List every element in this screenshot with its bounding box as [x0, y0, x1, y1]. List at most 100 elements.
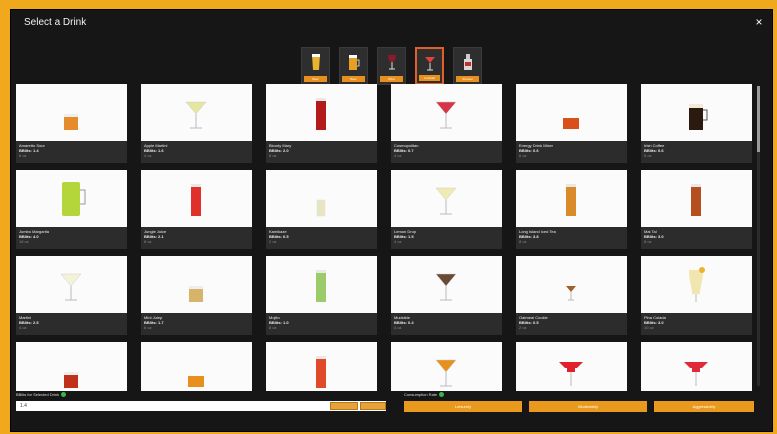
drink-info: Pina Colada BBlits: 3.0 10 oz [641, 313, 752, 332]
rate-label: Consumption Rate [404, 392, 445, 398]
drink-info: Jungle Juice BBlits: 2.1 8 oz [141, 227, 252, 246]
drink-card[interactable]: Irish Coffee BBlits: 0.6 6 oz [641, 84, 752, 163]
drink-card[interactable]: Long Island Iced Tea BBlits: 3.8 8 oz [516, 170, 627, 249]
drink-size: 8 oz [269, 325, 277, 330]
drink-image [391, 342, 502, 391]
rate-aggressively-button[interactable]: Aggressively [654, 401, 754, 412]
drink-image [266, 170, 377, 227]
drink-size: 8 oz [519, 239, 527, 244]
drink-card[interactable]: Jungle Juice BBlits: 2.1 8 oz [141, 170, 252, 249]
info-icon [439, 392, 445, 398]
drink-size: 4 oz [394, 325, 402, 330]
drink-image [516, 342, 627, 391]
drink-image [141, 256, 252, 313]
glass-icon [188, 376, 204, 387]
drink-size: 18 oz [19, 239, 29, 244]
glass-icon [185, 101, 207, 129]
category-label: Beer [304, 76, 327, 82]
drink-info: Kamikaze BBlits: 0.5 2 oz [266, 227, 377, 246]
drink-size: 6 oz [644, 153, 652, 158]
drink-image [516, 170, 627, 227]
drink-image [391, 256, 502, 313]
drink-card[interactable] [641, 342, 752, 391]
drink-image [141, 84, 252, 141]
beer-mug-icon [348, 55, 359, 70]
drink-info: Lemon Drop BBlits: 1.5 4 oz [391, 227, 502, 246]
rate-moderately-button[interactable]: Moderately [529, 401, 647, 412]
drink-card[interactable]: Apple Martini BBlits: 1.6 4 oz [141, 84, 252, 163]
drink-image [641, 84, 752, 141]
drink-card[interactable]: Oatmeal Cookie BBlits: 0.5 2 oz [516, 256, 627, 335]
drink-image [266, 342, 377, 391]
drink-image [641, 342, 752, 391]
drink-grid-viewport: Amaretto Sour BBlits: 1.4 6 oz Apple Martin… [16, 84, 756, 391]
drink-card[interactable]: Mojito BBlits: 1.0 8 oz [266, 256, 377, 335]
category-tab-4[interactable]: Shooter [453, 47, 482, 85]
beer-glass-icon [311, 54, 320, 70]
drink-info: Long Island Iced Tea BBlits: 3.8 8 oz [516, 227, 627, 246]
scrollbar-thumb[interactable] [757, 86, 760, 152]
glass-icon [566, 286, 576, 301]
drink-info: Oatmeal Cookie BBlits: 0.5 2 oz [516, 313, 627, 332]
rate-leisurely-button[interactable]: Leisurely [404, 401, 522, 412]
drink-image [16, 256, 127, 313]
drink-size: 4 oz [19, 325, 27, 330]
drink-size: 8 oz [269, 153, 277, 158]
drink-size: 4 oz [144, 153, 152, 158]
drink-card[interactable]: Kamikaze BBlits: 0.5 2 oz [266, 170, 377, 249]
wine-glass-icon [387, 55, 396, 70]
drink-grid: Amaretto Sour BBlits: 1.4 6 oz Apple Martin… [16, 84, 756, 391]
glass-icon [435, 101, 457, 129]
drink-image [16, 84, 127, 141]
drink-info: Martini BBlits: 2.5 4 oz [16, 313, 127, 332]
category-tab-2[interactable]: Wine [377, 47, 406, 85]
glass-icon [689, 267, 705, 302]
drink-image [391, 84, 502, 141]
drink-size: 8 oz [644, 239, 652, 244]
category-label: Wine [380, 76, 403, 82]
drink-card[interactable]: Lemon Drop BBlits: 1.5 4 oz [391, 170, 502, 249]
drink-image [141, 170, 252, 227]
rate-label-text: Consumption Rate [404, 392, 438, 397]
glass-icon [684, 362, 708, 386]
drink-card[interactable]: Energy Drink Mixer BBlits: 0.6 6 oz [516, 84, 627, 163]
drink-size: 4 oz [394, 153, 402, 158]
drink-card[interactable]: Mai Tai BBlits: 3.0 8 oz [641, 170, 752, 249]
glass-icon [691, 184, 701, 216]
drink-card[interactable] [16, 342, 127, 391]
increment-button[interactable] [360, 402, 386, 410]
drink-card[interactable]: Pina Colada BBlits: 3.0 10 oz [641, 256, 752, 335]
drink-image [16, 342, 127, 391]
drink-card[interactable]: Cosmopolitan BBlits: 0.7 4 oz [391, 84, 502, 163]
decrement-button[interactable] [330, 402, 358, 410]
glass-icon [435, 187, 457, 215]
drink-card[interactable]: Martini BBlits: 2.5 4 oz [16, 256, 127, 335]
drink-card[interactable] [391, 342, 502, 391]
drink-card[interactable]: Mudslide BBlits: 0.4 4 oz [391, 256, 502, 335]
drink-image [141, 342, 252, 391]
glass-icon [191, 184, 201, 216]
drink-info: Energy Drink Mixer BBlits: 0.6 6 oz [516, 141, 627, 160]
drink-card[interactable]: Mint Julep BBlits: 1.7 6 oz [141, 256, 252, 335]
cocktail-glass-icon [424, 57, 435, 71]
drink-card[interactable]: Amaretto Sour BBlits: 1.4 6 oz [16, 84, 127, 163]
drink-size: 6 oz [19, 153, 27, 158]
drink-card[interactable]: Bloody Mary BBlits: 2.0 8 oz [266, 84, 377, 163]
drink-info: Mudslide BBlits: 0.4 4 oz [391, 313, 502, 332]
glass-icon [435, 273, 457, 301]
drink-card[interactable]: Jumbo Margarita BBlits: 4.0 18 oz [16, 170, 127, 249]
drink-card[interactable] [266, 342, 377, 391]
drink-card[interactable] [141, 342, 252, 391]
category-tab-3[interactable]: Cocktail [415, 47, 444, 85]
category-tab-0[interactable]: Beer [301, 47, 330, 85]
dialog-title: Select a Drink [24, 17, 87, 28]
drink-image [516, 84, 627, 141]
close-icon[interactable]: × [752, 15, 766, 29]
drink-card[interactable] [516, 342, 627, 391]
drink-image [641, 170, 752, 227]
drink-size: 8 oz [144, 239, 152, 244]
drink-info: Mai Tai BBlits: 3.0 8 oz [641, 227, 752, 246]
category-tab-1[interactable]: Beer [339, 47, 368, 85]
grid-scrollbar[interactable] [757, 86, 760, 386]
info-icon [61, 392, 67, 398]
